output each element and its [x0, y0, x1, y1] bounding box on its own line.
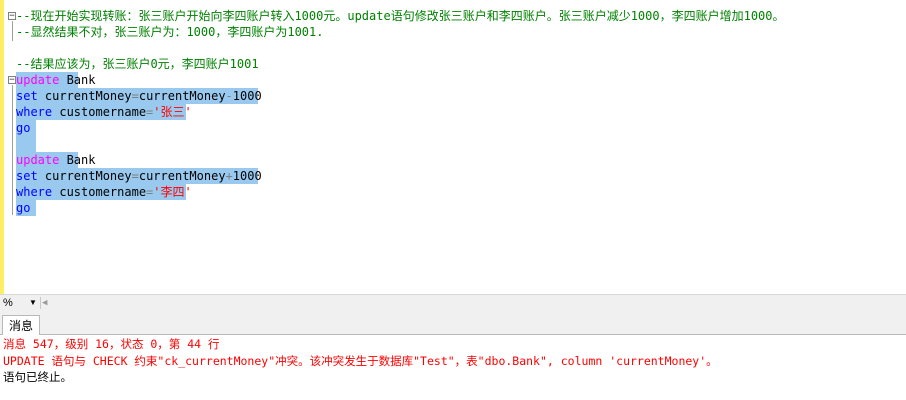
code-token: Bank [59, 153, 96, 167]
results-tab-strip: 消息 [0, 311, 906, 336]
code-area[interactable]: --现在开始实现转账：张三账户开始向李四账户转入1000元。update语句修改… [16, 8, 785, 216]
selection-highlight [16, 136, 36, 152]
query-editor[interactable]: − − --现在开始实现转账：张三账户开始向李四账户转入1000元。update… [0, 0, 906, 294]
code-text: where customername='李四' [16, 185, 192, 199]
messages-pane: 消息 547，级别 16，状态 0，第 44 行 UPDATE 语句与 CHEC… [0, 335, 906, 400]
code-line[interactable]: set currentMoney=currentMoney+1000 [16, 168, 785, 184]
code-token: Bank [59, 73, 96, 87]
error-header: 消息 547，级别 16，状态 0，第 44 行 [3, 337, 220, 351]
chevron-down-icon: ▼ [29, 298, 37, 307]
tab-messages[interactable]: 消息 [2, 315, 41, 336]
code-token: update [16, 153, 60, 167]
outline-line [12, 21, 13, 41]
code-token: go [16, 121, 31, 135]
code-text: set currentMoney=currentMoney+1000 [16, 169, 262, 183]
code-token: currentMoney [37, 169, 132, 183]
zoom-value: % [3, 297, 13, 309]
scrollbar-divider [40, 297, 41, 309]
code-token: + [225, 169, 233, 183]
code-line[interactable]: update Bank [16, 72, 785, 88]
collapse-icon[interactable]: − [8, 12, 16, 21]
code-line[interactable]: go [16, 120, 785, 136]
zoom-dropdown[interactable]: % ▼ [0, 295, 40, 311]
code-token: update [16, 73, 60, 87]
code-token: --现在开始实现转账：张三账户开始向李四账户转入1000元。update语句修改… [16, 9, 785, 23]
code-token: - [225, 89, 233, 103]
code-text: set currentMoney=currentMoney-1000 [16, 89, 262, 103]
code-line[interactable] [16, 40, 785, 56]
code-token: set [16, 169, 38, 183]
code-line[interactable]: where customername='李四' [16, 184, 785, 200]
code-token: where [16, 105, 53, 119]
code-token: --显然结果不对，张三账户为：1000，李四账户为1001. [16, 25, 324, 39]
code-text: --显然结果不对，张三账户为：1000，李四账户为1001. [16, 25, 323, 39]
horizontal-scrollbar[interactable]: ◀ [40, 295, 906, 311]
code-token: = [131, 169, 139, 183]
code-token: currentMoney [138, 169, 226, 183]
code-token: customername [52, 185, 147, 199]
code-token: go [16, 201, 31, 215]
code-token: = [131, 89, 139, 103]
code-text: --结果应该为，张三账户0元，李四账户1001 [16, 57, 259, 71]
code-token: currentMoney [37, 89, 132, 103]
code-line[interactable]: update Bank [16, 152, 785, 168]
code-line[interactable]: --结果应该为，张三账户0元，李四账户1001 [16, 56, 785, 72]
code-text: where customername='张三' [16, 105, 192, 119]
code-token: set [16, 89, 38, 103]
code-line[interactable]: --显然结果不对，张三账户为：1000，李四账户为1001. [16, 24, 785, 40]
code-token: currentMoney [138, 89, 226, 103]
code-text: go [16, 201, 30, 215]
status-message: 语句已终止。 [3, 370, 72, 384]
code-token: where [16, 185, 53, 199]
scroll-left-icon[interactable]: ◀ [42, 298, 47, 308]
code-line[interactable]: go [16, 200, 785, 216]
code-text: go [16, 121, 30, 135]
collapse-icon[interactable]: − [8, 76, 16, 85]
outline-margin: − − [4, 0, 16, 294]
code-line[interactable] [16, 136, 785, 152]
code-token: 1000 [232, 89, 262, 103]
code-line[interactable]: set currentMoney=currentMoney-1000 [16, 88, 785, 104]
code-text: update Bank [16, 153, 95, 167]
code-text: update Bank [16, 73, 95, 87]
code-text: --现在开始实现转账：张三账户开始向李四账户转入1000元。update语句修改… [16, 9, 785, 23]
code-token: '李四' [153, 185, 192, 199]
code-token: 1000 [232, 169, 262, 183]
zoom-and-scroll-bar: % ▼ ◀ [0, 294, 906, 311]
outline-line [12, 85, 13, 215]
code-token: '张三' [153, 105, 192, 119]
error-detail: UPDATE 语句与 CHECK 约束"ck_currentMoney"冲突。该… [3, 354, 718, 368]
code-line[interactable]: --现在开始实现转账：张三账户开始向李四账户转入1000元。update语句修改… [16, 8, 785, 24]
code-token: --结果应该为，张三账户0元，李四账户1001 [16, 57, 259, 71]
code-token: customername [52, 105, 147, 119]
code-line[interactable]: where customername='张三' [16, 104, 785, 120]
